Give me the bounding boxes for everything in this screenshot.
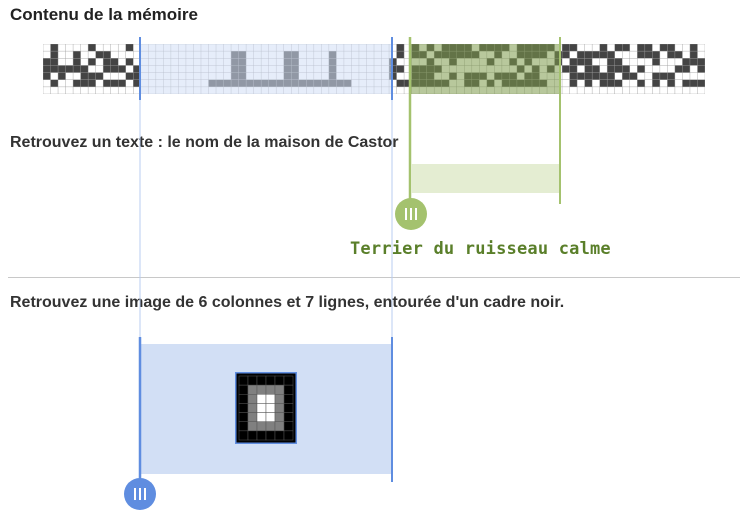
decoded-image-pixel xyxy=(238,412,249,422)
decoded-image-pixel xyxy=(247,403,258,413)
decoded-image-pixel xyxy=(238,384,249,395)
decoded-image-pixel xyxy=(265,430,276,441)
decoded-image-pixel xyxy=(256,384,267,395)
decoded-image-pixel xyxy=(238,421,249,432)
grip-lines-icon xyxy=(405,208,417,220)
section-divider xyxy=(8,277,740,278)
decoded-image-pixel xyxy=(238,430,249,441)
decoded-image-pixel xyxy=(274,421,285,432)
decoded-image-pixel xyxy=(274,430,285,441)
decoded-image-pixel xyxy=(265,403,276,413)
decoded-image-pixel xyxy=(265,394,276,404)
text-task-heading: Retrouvez un texte : le nom de la maison… xyxy=(10,134,399,151)
decoded-image-pixel xyxy=(283,384,294,395)
decoded-image-pixel xyxy=(247,394,258,404)
decoded-image-pixel xyxy=(238,375,249,386)
decoded-image-pixel xyxy=(256,421,267,432)
memory-strip xyxy=(43,44,705,94)
decoded-image-pixel xyxy=(274,394,285,404)
decoded-image-pixel xyxy=(265,412,276,422)
decoded-text-result: Terrier du ruisseau calme xyxy=(350,239,611,259)
decoded-image-pixel xyxy=(265,375,276,386)
decoded-image-pixel xyxy=(238,394,249,404)
decoded-image-pixel xyxy=(256,412,267,422)
decoded-image-pixel xyxy=(256,375,267,386)
decoded-image-pixel xyxy=(274,403,285,413)
decoded-image-pixel xyxy=(247,384,258,395)
decoded-image-pixel xyxy=(247,412,258,422)
decoded-image-pixel xyxy=(238,403,249,413)
decoded-image-pixel xyxy=(247,375,258,386)
decoded-image-pixel xyxy=(283,430,294,441)
decoded-image-pixel xyxy=(265,421,276,432)
decoded-image-pixel xyxy=(256,403,267,413)
decoded-image-pixel xyxy=(283,412,294,422)
decoded-image-pixel xyxy=(256,394,267,404)
decoded-image-pixel xyxy=(274,412,285,422)
image-task-heading: Retrouvez une image de 6 colonnes et 7 l… xyxy=(10,294,565,311)
memory-heading: Contenu de la mémoire xyxy=(10,5,198,24)
decoded-image-preview xyxy=(235,372,297,444)
decoded-image-pixel xyxy=(247,421,258,432)
text-selection-bar xyxy=(411,164,559,193)
decoded-image-pixel xyxy=(283,403,294,413)
text-selection-handle[interactable] xyxy=(395,198,427,230)
decoded-image-pixel xyxy=(265,384,276,395)
decoded-image-pixel xyxy=(256,430,267,441)
grip-lines-icon xyxy=(134,488,146,500)
decoded-image-pixel xyxy=(274,375,285,386)
decoded-image-pixel xyxy=(247,430,258,441)
decoded-image-pixel xyxy=(274,384,285,395)
decoded-image-pixel xyxy=(283,394,294,404)
decoded-image-pixel xyxy=(283,421,294,432)
image-selection-handle[interactable] xyxy=(124,478,156,510)
decoded-image-pixel xyxy=(283,375,294,386)
